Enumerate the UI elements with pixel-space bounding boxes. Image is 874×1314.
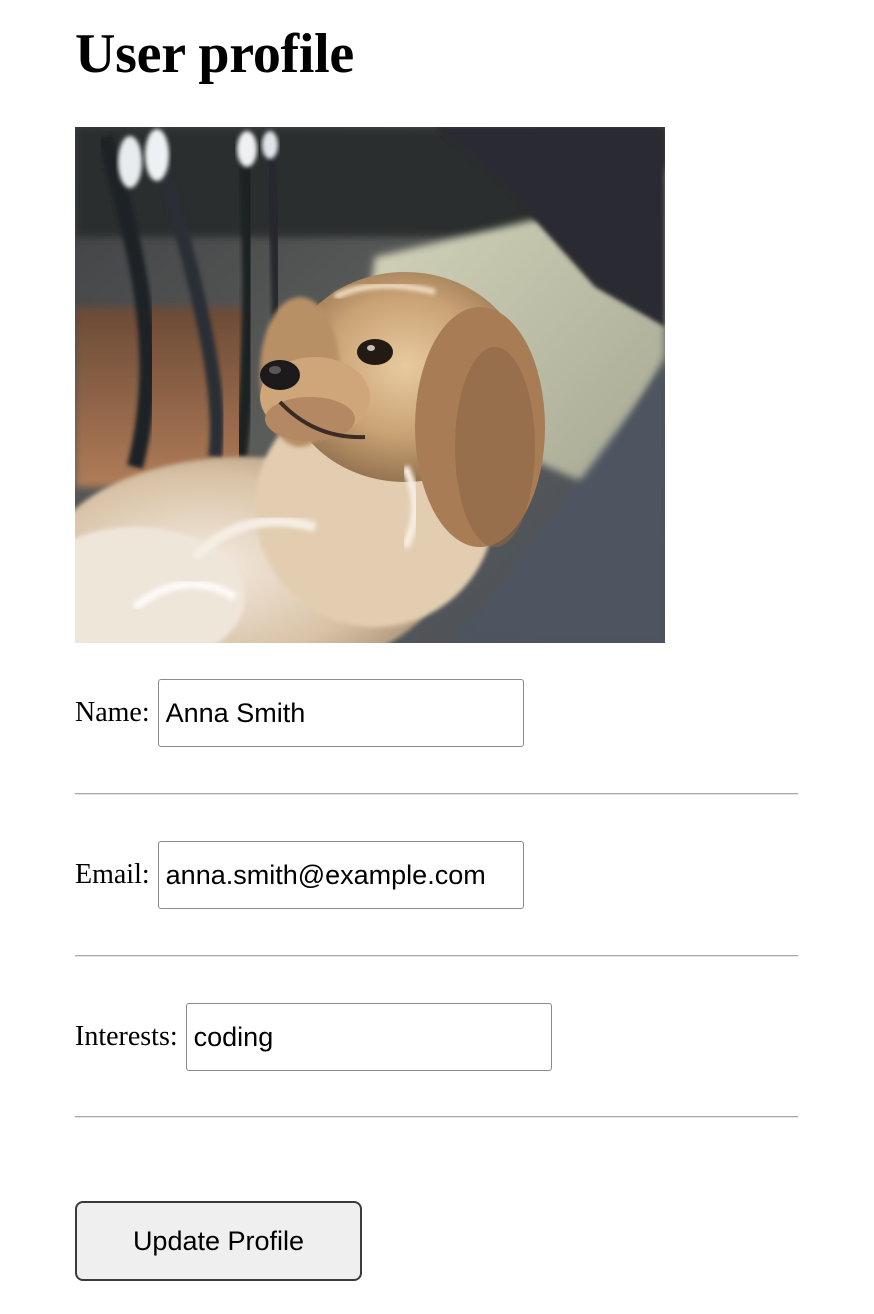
divider	[75, 1116, 798, 1118]
interests-input[interactable]	[185, 1003, 552, 1071]
interests-label: Interests:	[75, 1021, 178, 1052]
name-label: Name:	[75, 697, 150, 728]
dog-photo-icon	[75, 127, 665, 643]
interests-field-row: Interests:	[75, 1003, 552, 1071]
email-field-row: Email:	[75, 841, 524, 909]
divider	[75, 793, 798, 795]
email-label: Email:	[75, 859, 150, 890]
profile-photo	[75, 127, 665, 643]
update-profile-button[interactable]: Update Profile	[75, 1201, 362, 1281]
name-field-row: Name:	[75, 679, 524, 747]
email-input[interactable]	[157, 841, 524, 909]
name-input[interactable]	[157, 679, 524, 747]
page-title: User profile	[75, 23, 354, 85]
divider	[75, 955, 798, 957]
